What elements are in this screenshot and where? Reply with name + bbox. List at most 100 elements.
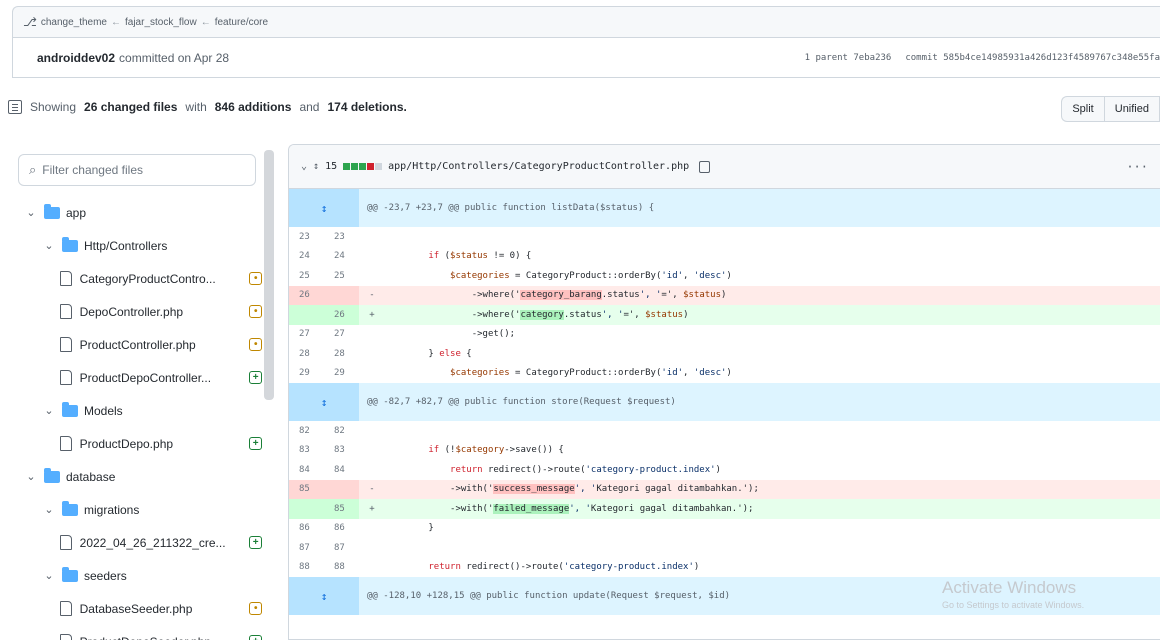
chevron-down-icon[interactable]: ⌄ [42,569,56,582]
unified-button[interactable]: Unified [1103,96,1160,122]
tree-label: migrations [84,502,140,517]
file-icon [60,337,72,352]
deleted-line: 85 - ->with('success_message', 'Kategori … [289,479,1160,499]
tree-label: ProductController.php [79,337,196,352]
new-line-number[interactable]: 83 [324,441,359,461]
code-text: ->get(); [385,329,516,340]
new-line-number[interactable]: 26 [324,305,359,325]
more-options-button[interactable]: ··· [1126,160,1148,174]
old-line-number[interactable]: 83 [289,441,324,461]
tree-file[interactable]: ProductDepo.php + [12,427,262,460]
chevron-down-icon[interactable]: ⌄ [24,206,38,219]
old-line-number[interactable] [289,305,324,325]
tree-file[interactable]: 2022_04_26_211322_cre... + [12,526,262,559]
breadcrumb-item[interactable]: fajar_stock_flow [125,17,197,28]
old-line-number[interactable]: 87 [289,538,324,558]
tree-folder[interactable]: ⌄ migrations [12,493,262,526]
old-line-number[interactable]: 82 [289,421,324,441]
tree-folder[interactable]: ⌄ seeders [12,559,262,592]
file-tree: ⌄ app ⌄ Http/Controllers CategoryProductCont… [12,196,262,640]
file-diff-icon[interactable] [8,100,22,114]
old-line-number[interactable]: 25 [289,266,324,286]
new-line-number[interactable] [324,479,359,499]
expand-lines-icon[interactable]: ↕ [289,383,359,421]
file-icon [60,601,72,616]
hunk-text: @@ -82,7 +82,7 @@ public function store(… [367,397,676,407]
new-line-number[interactable] [324,285,359,305]
tree-folder[interactable]: ⌄ database [12,460,262,493]
summary-files[interactable]: 26 changed files [84,100,177,114]
summary-prefix: Showing [30,100,77,114]
old-line-number[interactable]: 28 [289,344,324,364]
new-line-number[interactable]: 87 [324,538,359,558]
diff-sign [359,349,385,359]
summary-and: and [299,100,320,114]
folder-icon [62,566,78,582]
copy-icon[interactable] [699,160,711,173]
filter-input[interactable]: ⌕ Filter changed files [18,154,256,186]
new-line-number[interactable]: 27 [324,325,359,345]
diff-sign [359,445,385,455]
old-line-number[interactable]: 85 [289,479,324,499]
file-modified-icon: • [249,272,262,285]
new-line-number[interactable]: 84 [324,460,359,480]
old-line-number[interactable]: 29 [289,364,324,384]
tree-file[interactable]: ProductDepoSeeder.php + [12,625,262,640]
code-cell: $categories = CategoryProduct::orderBy('… [385,368,1160,378]
tree-file[interactable]: DatabaseSeeder.php • [12,592,262,625]
expand-all-icon[interactable]: ↕ [313,161,319,172]
code-text: } else { [385,348,472,359]
diffstat-bars [343,163,383,170]
tree-file[interactable]: DepoController.php • [12,295,262,328]
sidebar-scrollbar[interactable] [264,150,274,400]
new-line-number[interactable]: 29 [324,364,359,384]
chevron-down-icon[interactable]: ⌄ [24,470,38,483]
new-line-number[interactable]: 85 [324,499,359,519]
code-cell: return redirect()->route('category-produ… [385,465,1160,475]
commit-parent[interactable]: 1 parent 7eba236 [805,53,892,63]
old-line-number[interactable]: 24 [289,247,324,267]
tree-file[interactable]: ProductController.php • [12,328,262,361]
old-line-number[interactable]: 27 [289,325,324,345]
split-button[interactable]: Split [1061,96,1104,122]
folder-icon [62,401,78,417]
old-line-number[interactable]: 84 [289,460,324,480]
tree-folder[interactable]: ⌄ app [12,196,262,229]
new-line-number[interactable]: 88 [324,558,359,578]
code-cell: } else { [385,349,1160,359]
new-line-number[interactable]: 25 [324,266,359,286]
file-added-icon: + [249,371,262,384]
tree-file[interactable]: CategoryProductContro... • [12,262,262,295]
tree-label: ProductDepo.php [79,436,174,451]
new-line-number[interactable]: 86 [324,519,359,539]
deleted-line: 26 - ->where('category_barang.status', '=… [289,285,1160,305]
chevron-down-icon[interactable]: ⌄ [42,239,56,252]
tree-file[interactable]: ProductDepoController... + [12,361,262,394]
new-line-number[interactable]: 82 [324,421,359,441]
breadcrumb-item[interactable]: change_theme [41,17,107,28]
new-line-number[interactable]: 28 [324,344,359,364]
old-line-number[interactable]: 26 [289,285,324,305]
collapse-chevron-icon[interactable]: ⌄ [301,161,307,172]
breadcrumb-item[interactable]: feature/core [215,17,268,28]
code-text: if ($status != 0) { [428,251,532,262]
file-icon [60,535,72,550]
new-line-number[interactable]: 23 [324,227,359,247]
tree-folder[interactable]: ⌄ Http/Controllers [12,229,262,262]
old-line-number[interactable] [289,499,324,519]
new-line-number[interactable]: 24 [324,247,359,267]
tree-folder[interactable]: ⌄ Models [12,394,262,427]
old-line-number[interactable]: 23 [289,227,324,247]
old-line-number[interactable]: 86 [289,519,324,539]
chevron-down-icon[interactable]: ⌄ [42,404,56,417]
diff-sign: - [369,484,375,495]
file-path[interactable]: app/Http/Controllers/CategoryProductCont… [388,161,689,172]
old-line-number[interactable]: 88 [289,558,324,578]
code-text: if (!$category->save()) { [428,445,564,456]
chevron-down-icon[interactable]: ⌄ [42,503,56,516]
tree-label: Http/Controllers [84,238,168,253]
commit-author[interactable]: androiddev02 [37,51,115,65]
watermark-subtitle: Go to Settings to activate Windows. [942,600,1085,610]
expand-lines-icon[interactable]: ↕ [289,189,359,227]
expand-lines-icon[interactable]: ↕ [289,577,359,615]
